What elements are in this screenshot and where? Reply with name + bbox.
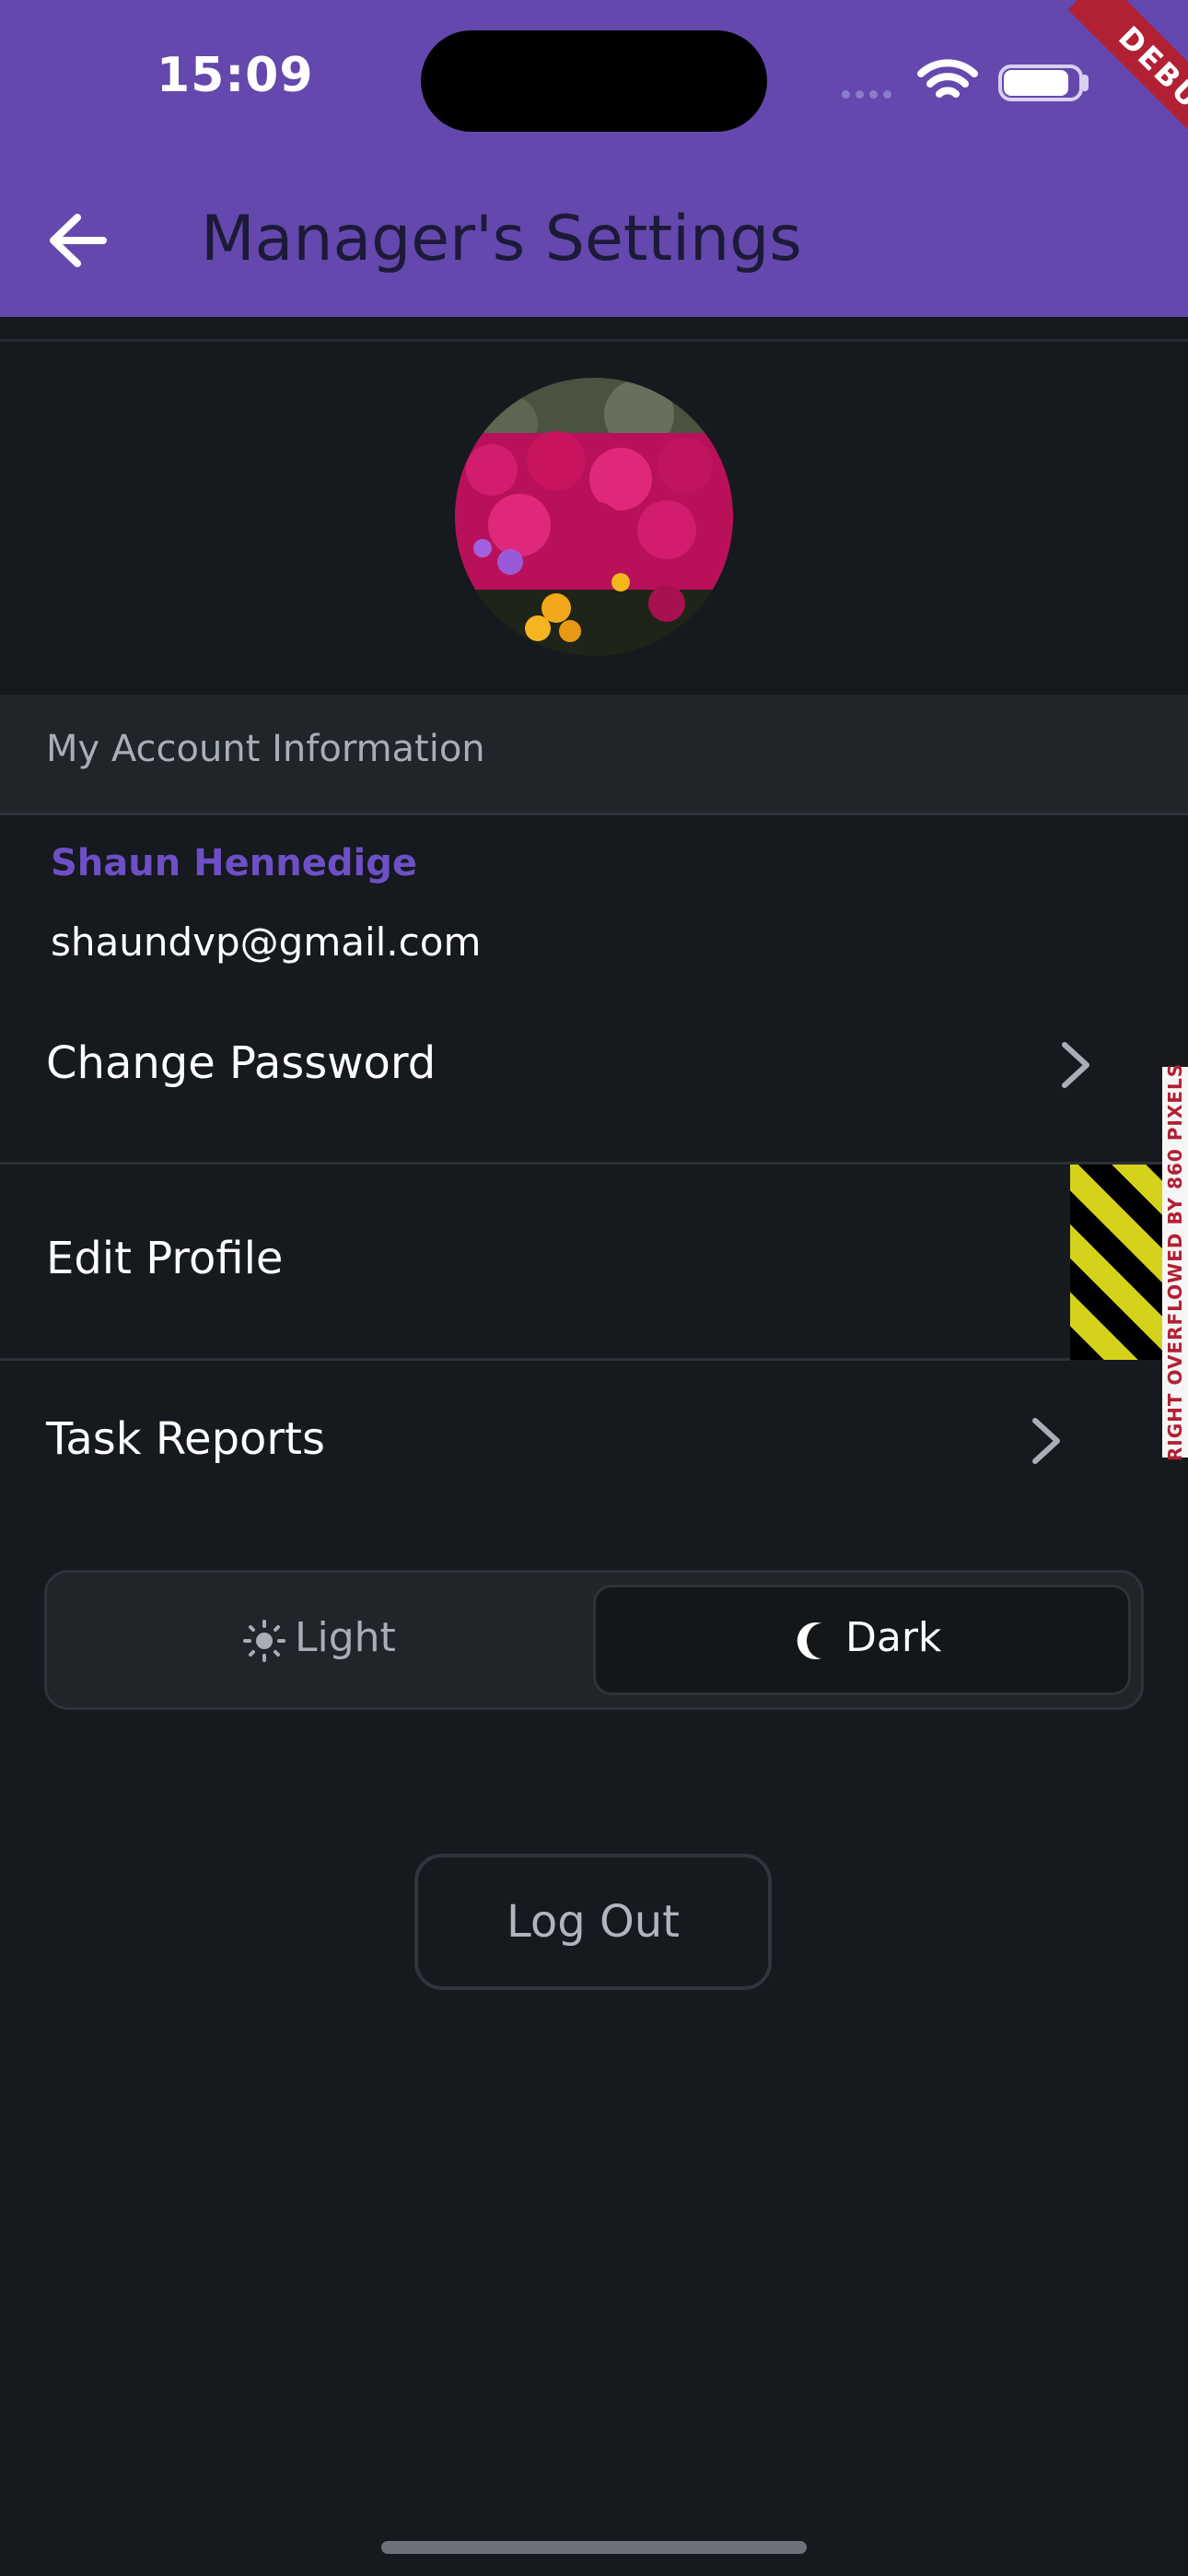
- chevron-right-icon: [1032, 1418, 1060, 1464]
- avatar: [455, 378, 733, 656]
- page-title: Manager's Settings: [201, 203, 802, 275]
- wifi-icon: [917, 57, 978, 107]
- edit-profile-row[interactable]: Edit Profile: [0, 1165, 1188, 1358]
- task-reports-row[interactable]: Task Reports: [0, 1362, 1188, 1555]
- moon-icon: [797, 1622, 821, 1659]
- sun-icon: [243, 1620, 285, 1662]
- divider: [0, 1358, 1070, 1361]
- overflow-indicator: [1070, 1165, 1166, 1360]
- cellular-signal-icon: [842, 85, 897, 102]
- divider: [0, 339, 1188, 342]
- theme-option-light[interactable]: Light: [295, 1614, 396, 1661]
- change-password-label: Change Password: [46, 1037, 437, 1089]
- debug-banner-wrap: DEBUG: [1004, 0, 1188, 184]
- debug-banner: DEBUG: [1067, 0, 1188, 180]
- section-label: My Account Information: [46, 728, 485, 770]
- back-button[interactable]: [46, 210, 111, 275]
- change-password-row[interactable]: Change Password: [0, 969, 1188, 1163]
- logout-label[interactable]: Log Out: [414, 1854, 772, 1990]
- chevron-right-icon: [1062, 1042, 1089, 1088]
- edit-profile-label: Edit Profile: [46, 1233, 284, 1284]
- back-arrow-icon: [50, 214, 107, 267]
- dynamic-island: [421, 30, 767, 132]
- user-name: Shaun Hennedige: [51, 842, 417, 884]
- home-indicator: [381, 2541, 807, 2554]
- user-email: shaundvp@gmail.com: [51, 919, 482, 965]
- status-time: 15:09: [157, 48, 314, 103]
- task-reports-label: Task Reports: [46, 1413, 325, 1465]
- theme-option-dark-label: Dark: [845, 1614, 942, 1661]
